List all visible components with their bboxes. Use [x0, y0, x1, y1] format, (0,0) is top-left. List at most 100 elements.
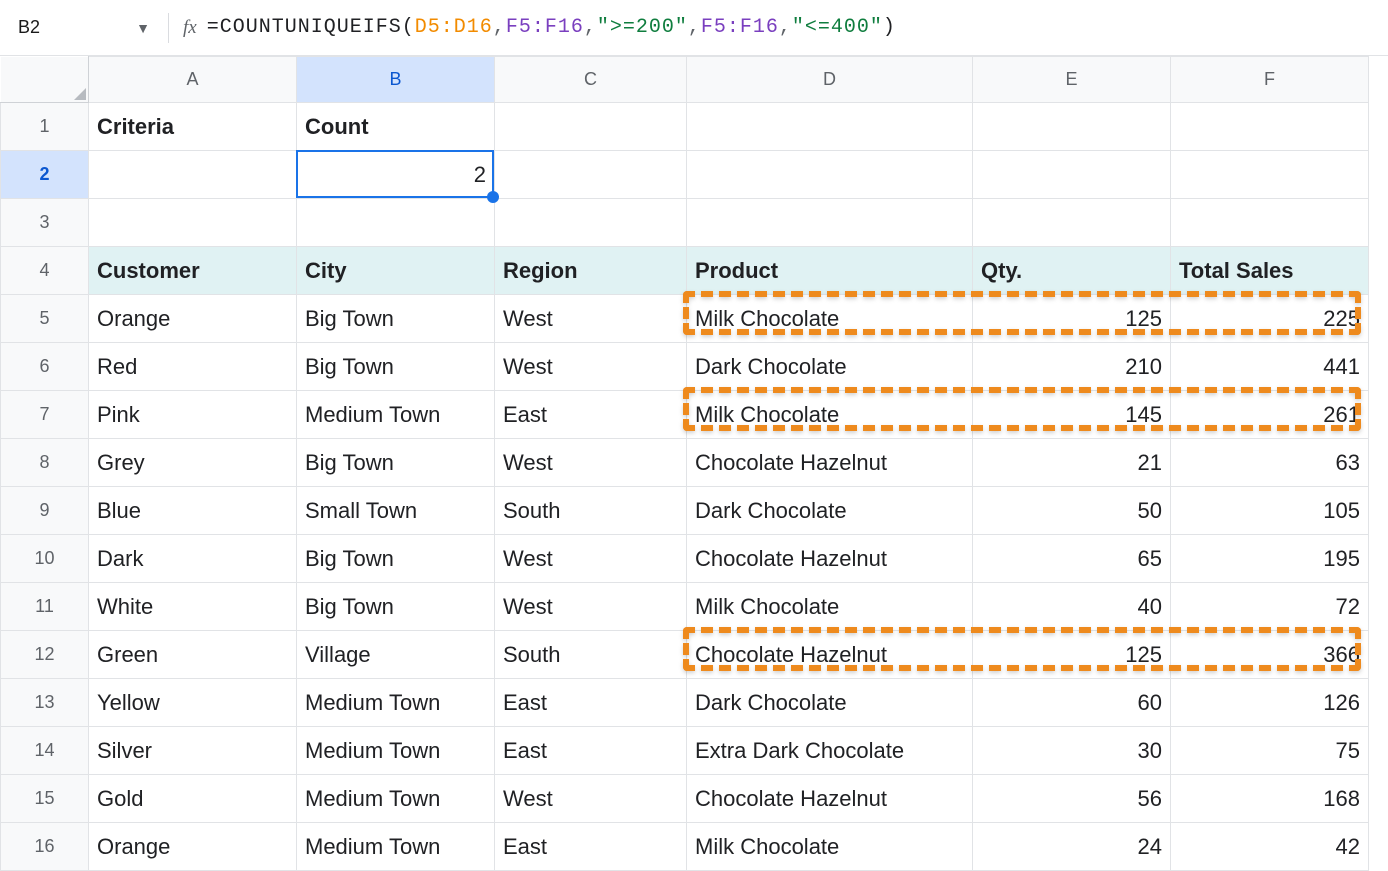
cell[interactable]: Orange [89, 823, 297, 871]
row-header-10[interactable]: 10 [1, 535, 89, 583]
col-header-B[interactable]: B [297, 57, 495, 103]
row-header-6[interactable]: 6 [1, 343, 89, 391]
cell[interactable]: Dark Chocolate [687, 679, 973, 727]
cell[interactable]: Yellow [89, 679, 297, 727]
cell[interactable]: West [495, 775, 687, 823]
row-header-5[interactable]: 5 [1, 295, 89, 343]
formula-bar[interactable]: = COUNTUNIQUEIFS ( D5:D16 , F5:F16 , ">=… [207, 16, 1388, 39]
cell[interactable]: Big Town [297, 439, 495, 487]
cell[interactable]: 65 [973, 535, 1171, 583]
cell-A4[interactable]: Customer [89, 247, 297, 295]
col-header-A[interactable]: A [89, 57, 297, 103]
cell[interactable]: South [495, 487, 687, 535]
cell[interactable]: East [495, 727, 687, 775]
cell[interactable]: 125 [973, 295, 1171, 343]
cell[interactable]: Orange [89, 295, 297, 343]
col-header-D[interactable]: D [687, 57, 973, 103]
cell[interactable]: Chocolate Hazelnut [687, 535, 973, 583]
cell-A1[interactable]: Criteria [89, 103, 297, 151]
cell[interactable]: 40 [973, 583, 1171, 631]
cell[interactable]: Big Town [297, 535, 495, 583]
cell[interactable]: 24 [973, 823, 1171, 871]
cell[interactable] [495, 199, 687, 247]
cell[interactable]: Dark Chocolate [687, 343, 973, 391]
cell-D4[interactable]: Product [687, 247, 973, 295]
cell[interactable]: Small Town [297, 487, 495, 535]
cell[interactable] [687, 199, 973, 247]
cell[interactable]: 225 [1171, 295, 1369, 343]
row-header-16[interactable]: 16 [1, 823, 89, 871]
row-header-15[interactable]: 15 [1, 775, 89, 823]
row-header-7[interactable]: 7 [1, 391, 89, 439]
cell[interactable]: 63 [1171, 439, 1369, 487]
cell[interactable] [1171, 103, 1369, 151]
cell[interactable]: Green [89, 631, 297, 679]
row-header-8[interactable]: 8 [1, 439, 89, 487]
cell[interactable]: Medium Town [297, 775, 495, 823]
col-header-E[interactable]: E [973, 57, 1171, 103]
cell[interactable]: 105 [1171, 487, 1369, 535]
grid[interactable]: A B C D E F 1 Criteria Count 2 2 34 Cust… [0, 56, 1369, 871]
cell-C4[interactable]: Region [495, 247, 687, 295]
cell[interactable]: 75 [1171, 727, 1369, 775]
cell[interactable]: 21 [973, 439, 1171, 487]
cell[interactable]: South [495, 631, 687, 679]
cell[interactable] [1171, 199, 1369, 247]
cell-F4[interactable]: Total Sales [1171, 247, 1369, 295]
select-all-corner[interactable] [1, 57, 89, 103]
cell-B2[interactable]: 2 [297, 151, 495, 199]
cell[interactable]: Dark Chocolate [687, 487, 973, 535]
cell[interactable]: East [495, 679, 687, 727]
cell[interactable]: Grey [89, 439, 297, 487]
cell[interactable]: 195 [1171, 535, 1369, 583]
cell[interactable]: East [495, 823, 687, 871]
cell[interactable]: White [89, 583, 297, 631]
cell[interactable]: Big Town [297, 295, 495, 343]
cell[interactable]: 126 [1171, 679, 1369, 727]
cell[interactable]: West [495, 295, 687, 343]
cell[interactable] [297, 199, 495, 247]
row-header-3[interactable]: 3 [1, 199, 89, 247]
name-box-dropdown-icon[interactable]: ▼ [136, 20, 150, 36]
cell[interactable]: Milk Chocolate [687, 583, 973, 631]
cell[interactable]: 261 [1171, 391, 1369, 439]
cell[interactable]: 56 [973, 775, 1171, 823]
cell[interactable] [495, 103, 687, 151]
row-header-13[interactable]: 13 [1, 679, 89, 727]
cell[interactable]: 125 [973, 631, 1171, 679]
cell[interactable]: Milk Chocolate [687, 823, 973, 871]
cell[interactable]: Medium Town [297, 727, 495, 775]
cell[interactable]: Milk Chocolate [687, 295, 973, 343]
cell[interactable]: Medium Town [297, 391, 495, 439]
cell[interactable]: 441 [1171, 343, 1369, 391]
cell[interactable]: West [495, 535, 687, 583]
cell[interactable] [973, 199, 1171, 247]
cell[interactable] [687, 151, 973, 199]
cell[interactable]: 42 [1171, 823, 1369, 871]
row-header-14[interactable]: 14 [1, 727, 89, 775]
cell[interactable]: 145 [973, 391, 1171, 439]
cell[interactable]: Red [89, 343, 297, 391]
cell[interactable]: West [495, 343, 687, 391]
cell[interactable]: Chocolate Hazelnut [687, 775, 973, 823]
cell[interactable] [973, 103, 1171, 151]
cell[interactable]: Blue [89, 487, 297, 535]
col-header-F[interactable]: F [1171, 57, 1369, 103]
cell[interactable]: Chocolate Hazelnut [687, 439, 973, 487]
cell[interactable]: Extra Dark Chocolate [687, 727, 973, 775]
cell[interactable]: Medium Town [297, 679, 495, 727]
row-header-9[interactable]: 9 [1, 487, 89, 535]
cell[interactable] [89, 199, 297, 247]
col-header-C[interactable]: C [495, 57, 687, 103]
cell-B4[interactable]: City [297, 247, 495, 295]
cell[interactable]: Village [297, 631, 495, 679]
cell[interactable] [89, 151, 297, 199]
cell[interactable]: 50 [973, 487, 1171, 535]
cell[interactable]: Dark [89, 535, 297, 583]
cell[interactable]: 30 [973, 727, 1171, 775]
cell[interactable] [973, 151, 1171, 199]
cell[interactable]: Chocolate Hazelnut [687, 631, 973, 679]
row-header-4[interactable]: 4 [1, 247, 89, 295]
cell[interactable]: Milk Chocolate [687, 391, 973, 439]
cell[interactable]: 366 [1171, 631, 1369, 679]
